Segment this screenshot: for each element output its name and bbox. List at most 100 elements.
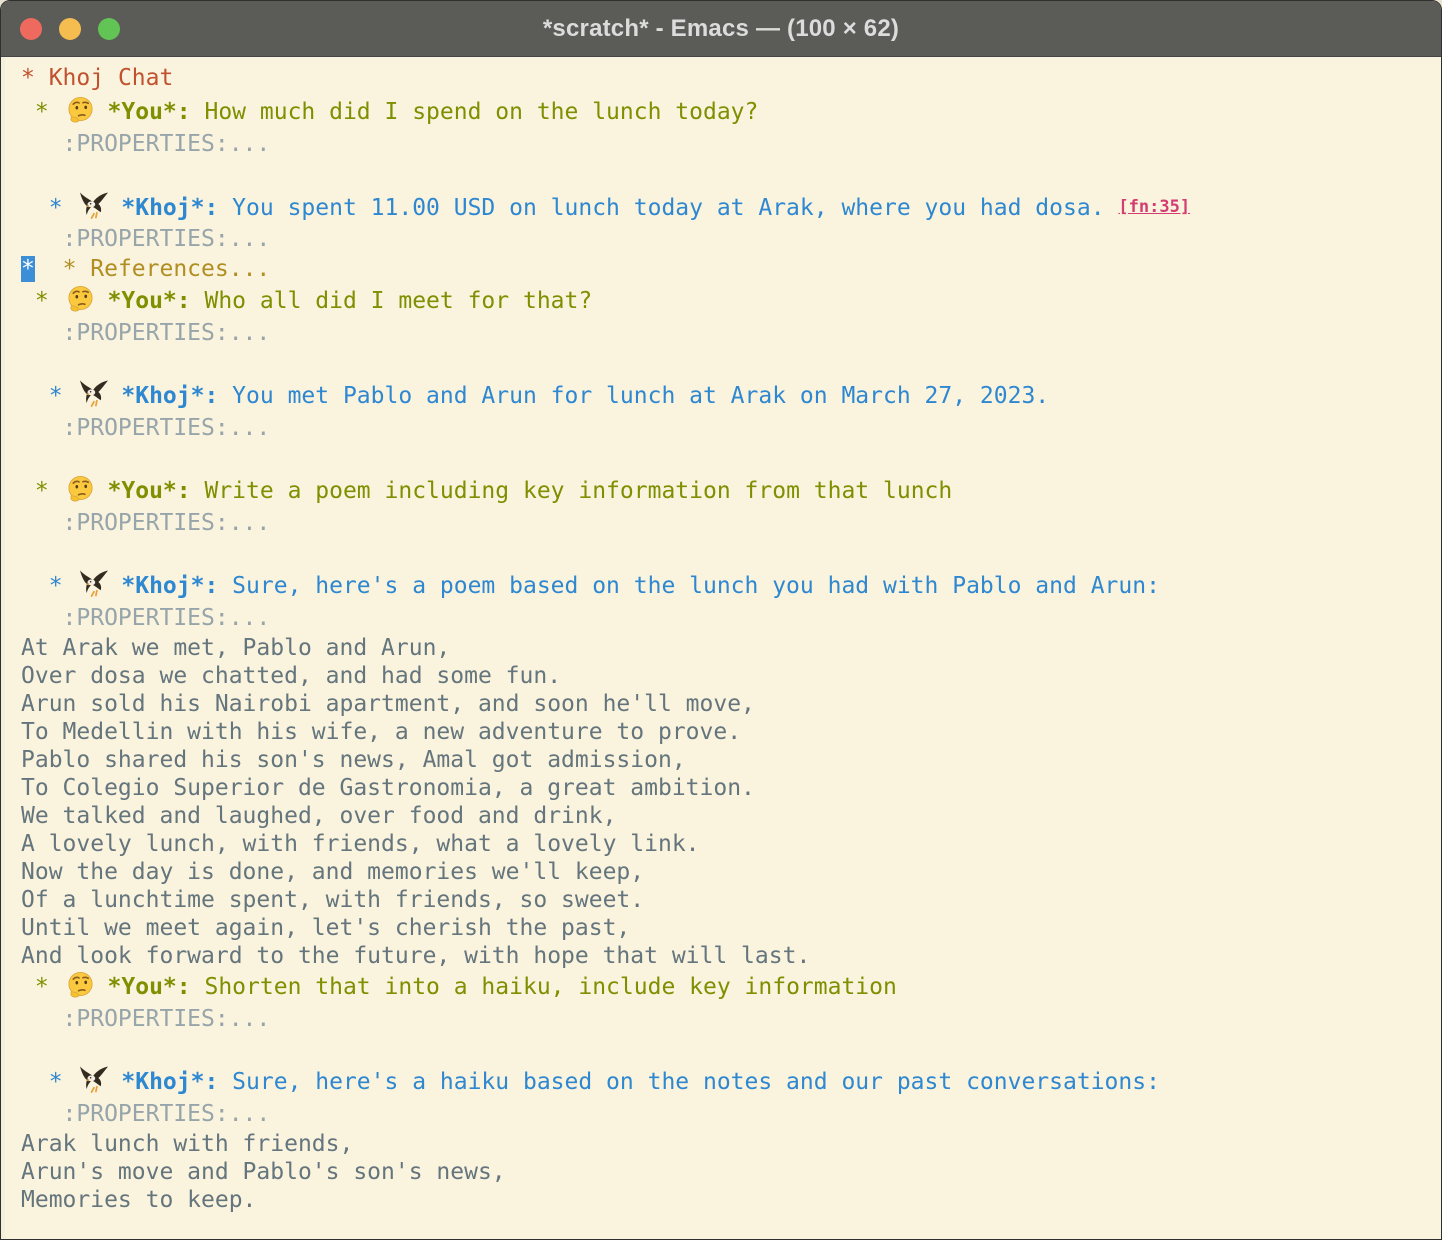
body-text-line: A lovely lunch, with friends, what a lov… bbox=[21, 830, 1431, 858]
line-text: Khoj Chat bbox=[49, 65, 174, 91]
you-message-line: * *You*: Write a poem including key info… bbox=[21, 474, 1431, 508]
line-text: You met Pablo and Arun for lunch at Arak… bbox=[218, 383, 1049, 409]
body-text-line: To Colegio Superior de Gastronomia, a gr… bbox=[21, 774, 1431, 802]
body-text-line: Memories to keep. bbox=[21, 1186, 1431, 1214]
buffer-line: :PROPERTIES:... bbox=[21, 1099, 1431, 1130]
line-text: To Medellin with his wife, a new adventu… bbox=[21, 719, 741, 745]
eagle-emoji-icon bbox=[78, 191, 109, 220]
org-stars bbox=[21, 131, 63, 157]
traffic-lights bbox=[20, 1, 120, 56]
eagle-emoji-icon bbox=[78, 569, 109, 598]
org-stars bbox=[21, 510, 63, 536]
properties-drawer[interactable]: :PROPERTIES:... bbox=[63, 1006, 271, 1032]
khoj-message-line: * *Khoj*: You met Pablo and Arun for lun… bbox=[21, 379, 1431, 413]
buffer-line: :PROPERTIES:... bbox=[21, 224, 1431, 255]
org-stars: * bbox=[21, 383, 76, 409]
body-text-line: Arak lunch with friends, bbox=[21, 1130, 1431, 1158]
title-bar: *scratch* - Emacs — (100 × 62) bbox=[1, 1, 1441, 57]
line-text: Sure, here's a poem based on the lunch y… bbox=[218, 573, 1160, 599]
editor-buffer[interactable]: * Khoj Chat * *You*: How much did I spen… bbox=[1, 57, 1441, 1214]
speaker-label: *Khoj*: bbox=[121, 573, 218, 599]
minimize-button[interactable] bbox=[59, 18, 81, 40]
speaker-label: *You*: bbox=[108, 99, 191, 125]
line-text: And look forward to the future, with hop… bbox=[21, 943, 810, 969]
org-stars: * bbox=[21, 65, 49, 91]
line-text: At Arak we met, Pablo and Arun, bbox=[21, 635, 450, 661]
buffer-line: :PROPERTIES:... bbox=[21, 1004, 1431, 1035]
line-text: Of a lunchtime spent, with friends, so s… bbox=[21, 887, 644, 913]
org-stars bbox=[21, 1006, 63, 1032]
references-fold[interactable]: * References... bbox=[63, 256, 271, 282]
org-stars bbox=[21, 415, 63, 441]
properties-drawer[interactable]: :PROPERTIES:... bbox=[63, 1101, 271, 1127]
emacs-window: *scratch* - Emacs — (100 × 62) * Khoj Ch… bbox=[0, 0, 1442, 1240]
properties-drawer[interactable]: :PROPERTIES:... bbox=[63, 510, 271, 536]
buffer-line: :PROPERTIES:... bbox=[21, 603, 1431, 634]
line-text: Pablo shared his son's news, Amal got ad… bbox=[21, 747, 686, 773]
org-stars: * bbox=[21, 478, 63, 504]
buffer-line bbox=[21, 539, 1431, 569]
body-text-line: Arun's move and Pablo's son's news, bbox=[21, 1158, 1431, 1186]
org-stars: * bbox=[21, 974, 63, 1000]
body-text-line: To Medellin with his wife, a new adventu… bbox=[21, 718, 1431, 746]
properties-drawer[interactable]: :PROPERTIES:... bbox=[63, 131, 271, 157]
line-text: Who all did I meet for that? bbox=[191, 288, 593, 314]
thinking-emoji-icon bbox=[65, 474, 96, 503]
line-text: We talked and laughed, over food and dri… bbox=[21, 803, 616, 829]
line-text: Arak lunch with friends, bbox=[21, 1131, 353, 1157]
footnote-link[interactable]: [fn:35] bbox=[1118, 197, 1190, 217]
line-text: Arun's move and Pablo's son's news, bbox=[21, 1159, 506, 1185]
thinking-emoji-icon bbox=[65, 970, 96, 999]
speaker-label: *Khoj*: bbox=[121, 1069, 218, 1095]
thinking-emoji-icon bbox=[65, 95, 96, 124]
line-text: Until we meet again, let's cherish the p… bbox=[21, 915, 630, 941]
eagle-emoji-icon bbox=[78, 379, 109, 408]
thinking-emoji-icon bbox=[65, 284, 96, 313]
org-stars: * bbox=[21, 573, 76, 599]
text-cursor: * bbox=[21, 256, 35, 282]
line-text: Over dosa we chatted, and had some fun. bbox=[21, 663, 561, 689]
org-stars: * bbox=[21, 99, 63, 125]
buffer-line: :PROPERTIES:... bbox=[21, 129, 1431, 160]
buffer-line bbox=[21, 444, 1431, 474]
you-message-line: * *You*: Who all did I meet for that? bbox=[21, 284, 1431, 318]
buffer-line bbox=[21, 1035, 1431, 1065]
org-stars bbox=[21, 605, 63, 631]
properties-drawer[interactable]: :PROPERTIES:... bbox=[63, 605, 271, 631]
line-text: Now the day is done, and memories we'll … bbox=[21, 859, 644, 885]
body-text-line: Over dosa we chatted, and had some fun. bbox=[21, 662, 1431, 690]
line-text: Shorten that into a haiku, include key i… bbox=[191, 974, 897, 1000]
body-text-line: Now the day is done, and memories we'll … bbox=[21, 858, 1431, 886]
properties-drawer[interactable]: :PROPERTIES:... bbox=[63, 226, 271, 252]
properties-drawer[interactable]: :PROPERTIES:... bbox=[63, 320, 271, 346]
buffer-line: * * References... bbox=[21, 255, 1431, 284]
speaker-label: *Khoj*: bbox=[121, 195, 218, 221]
body-text-line: Arun sold his Nairobi apartment, and soo… bbox=[21, 690, 1431, 718]
thinking-emoji-icon bbox=[65, 95, 96, 124]
line-text: How much did I spend on the lunch today? bbox=[191, 99, 759, 125]
org-heading-khoj-chat: * Khoj Chat bbox=[21, 61, 1431, 95]
line-text: Memories to keep. bbox=[21, 1187, 256, 1213]
eagle-emoji-icon bbox=[78, 191, 109, 220]
close-button[interactable] bbox=[20, 18, 42, 40]
speaker-label: *You*: bbox=[108, 288, 191, 314]
body-text-line: Pablo shared his son's news, Amal got ad… bbox=[21, 746, 1431, 774]
thinking-emoji-icon bbox=[65, 284, 96, 313]
khoj-message-line: * *Khoj*: Sure, here's a haiku based on … bbox=[21, 1065, 1431, 1099]
khoj-message-line: * *Khoj*: Sure, here's a poem based on t… bbox=[21, 569, 1431, 603]
line-text: To Colegio Superior de Gastronomia, a gr… bbox=[21, 775, 755, 801]
thinking-emoji-icon bbox=[65, 970, 96, 999]
buffer-line bbox=[21, 160, 1431, 190]
body-text-line: We talked and laughed, over food and dri… bbox=[21, 802, 1431, 830]
zoom-button[interactable] bbox=[98, 18, 120, 40]
body-text-line: Of a lunchtime spent, with friends, so s… bbox=[21, 886, 1431, 914]
properties-drawer[interactable]: :PROPERTIES:... bbox=[63, 415, 271, 441]
line-text: You spent 11.00 USD on lunch today at Ar… bbox=[218, 195, 1118, 221]
you-message-line: * *You*: Shorten that into a haiku, incl… bbox=[21, 970, 1431, 1004]
eagle-emoji-icon bbox=[78, 1065, 109, 1094]
line-text: Arun sold his Nairobi apartment, and soo… bbox=[21, 691, 755, 717]
line-text: Write a poem including key information f… bbox=[191, 478, 953, 504]
body-text-line: At Arak we met, Pablo and Arun, bbox=[21, 634, 1431, 662]
line-text: Sure, here's a haiku based on the notes … bbox=[218, 1069, 1160, 1095]
khoj-message-line: * *Khoj*: You spent 11.00 USD on lunch t… bbox=[21, 190, 1431, 224]
